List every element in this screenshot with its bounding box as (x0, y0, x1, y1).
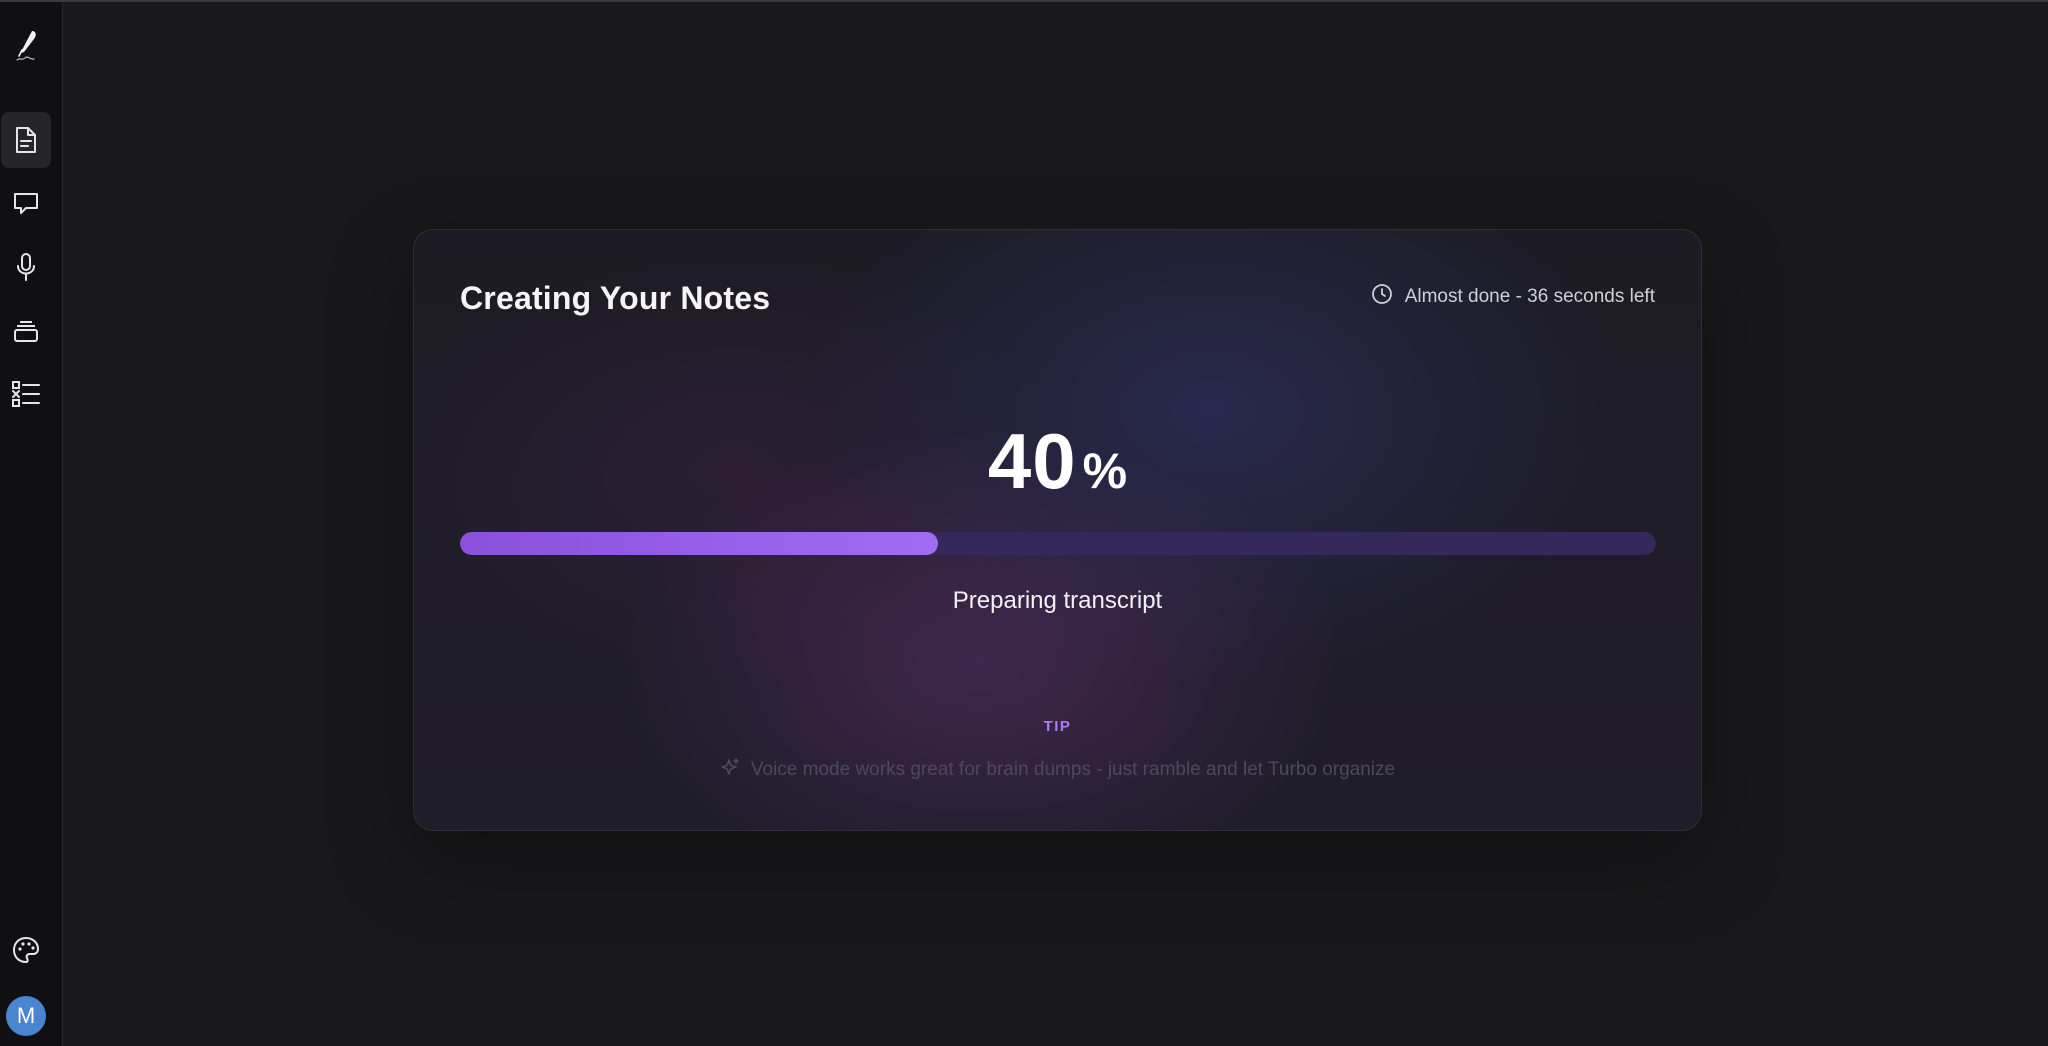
progress-bar (460, 532, 1656, 555)
chat-bubble-icon (12, 190, 40, 218)
window-top-border (0, 0, 2048, 2)
sidebar-item-theme[interactable] (1, 922, 51, 978)
progress-value: 40 (987, 417, 1077, 505)
document-icon (13, 126, 39, 154)
percent-symbol: % (1082, 443, 1128, 499)
card-title: Creating Your Notes (460, 280, 771, 316)
avatar[interactable]: M (6, 996, 46, 1036)
eta-status: Almost done - 36 seconds left (1371, 283, 1655, 311)
progress-bar-fill (460, 532, 939, 555)
progress-card: Creating Your Notes Almost done - 36 sec… (413, 229, 1702, 831)
tip-text: Voice mode works great for brain dumps -… (414, 757, 1701, 783)
sparkle-icon (720, 757, 751, 783)
quill-pen-icon[interactable] (10, 28, 42, 64)
sidebar: M (0, 2, 63, 1046)
sidebar-item-notes[interactable] (1, 112, 51, 168)
microphone-icon (13, 252, 39, 282)
checklist-icon (11, 379, 41, 409)
sidebar-item-tasks[interactable] (1, 366, 51, 422)
clock-icon (1371, 283, 1405, 311)
progress-percent: 40% (414, 416, 1701, 507)
sidebar-item-chat[interactable] (1, 176, 51, 232)
sidebar-item-voice[interactable] (1, 239, 51, 295)
tip-label: TIP (1043, 718, 1072, 735)
sidebar-item-folders[interactable] (1, 303, 51, 359)
stacked-folders-icon (12, 318, 40, 344)
tip-message: Voice mode works great for brain dumps -… (750, 759, 1396, 780)
stage-label: Preparing transcript (952, 587, 1163, 614)
palette-icon (11, 935, 41, 965)
eta-text: Almost done - 36 seconds left (1404, 286, 1655, 307)
